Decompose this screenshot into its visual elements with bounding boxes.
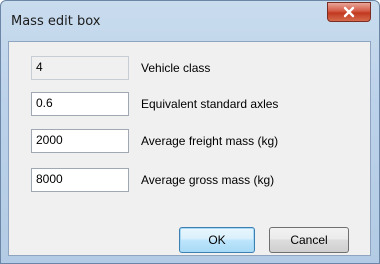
gross-mass-input[interactable]: 8000 <box>31 168 129 192</box>
freight-mass-input[interactable]: 2000 <box>31 129 129 153</box>
ok-button[interactable]: OK <box>179 227 255 253</box>
standard-axles-label: Equivalent standard axles <box>141 97 279 111</box>
cancel-button[interactable]: Cancel <box>269 227 349 253</box>
title-bar[interactable]: Mass edit box <box>1 1 379 41</box>
vehicle-class-label: Vehicle class <box>141 61 211 75</box>
standard-axles-input[interactable]: 0.6 <box>31 92 129 116</box>
freight-mass-label: Average freight mass (kg) <box>141 134 279 148</box>
gross-mass-label: Average gross mass (kg) <box>141 173 275 187</box>
dialog-body: 4 Vehicle class 0.6 Equivalent standard … <box>8 41 371 256</box>
close-icon <box>342 3 356 22</box>
window-title: Mass edit box <box>11 14 101 29</box>
dialog-window: Mass edit box 4 Vehicle class 0.6 Equiva… <box>0 0 380 264</box>
vehicle-class-field: 4 <box>31 56 129 80</box>
close-button[interactable] <box>327 2 371 22</box>
